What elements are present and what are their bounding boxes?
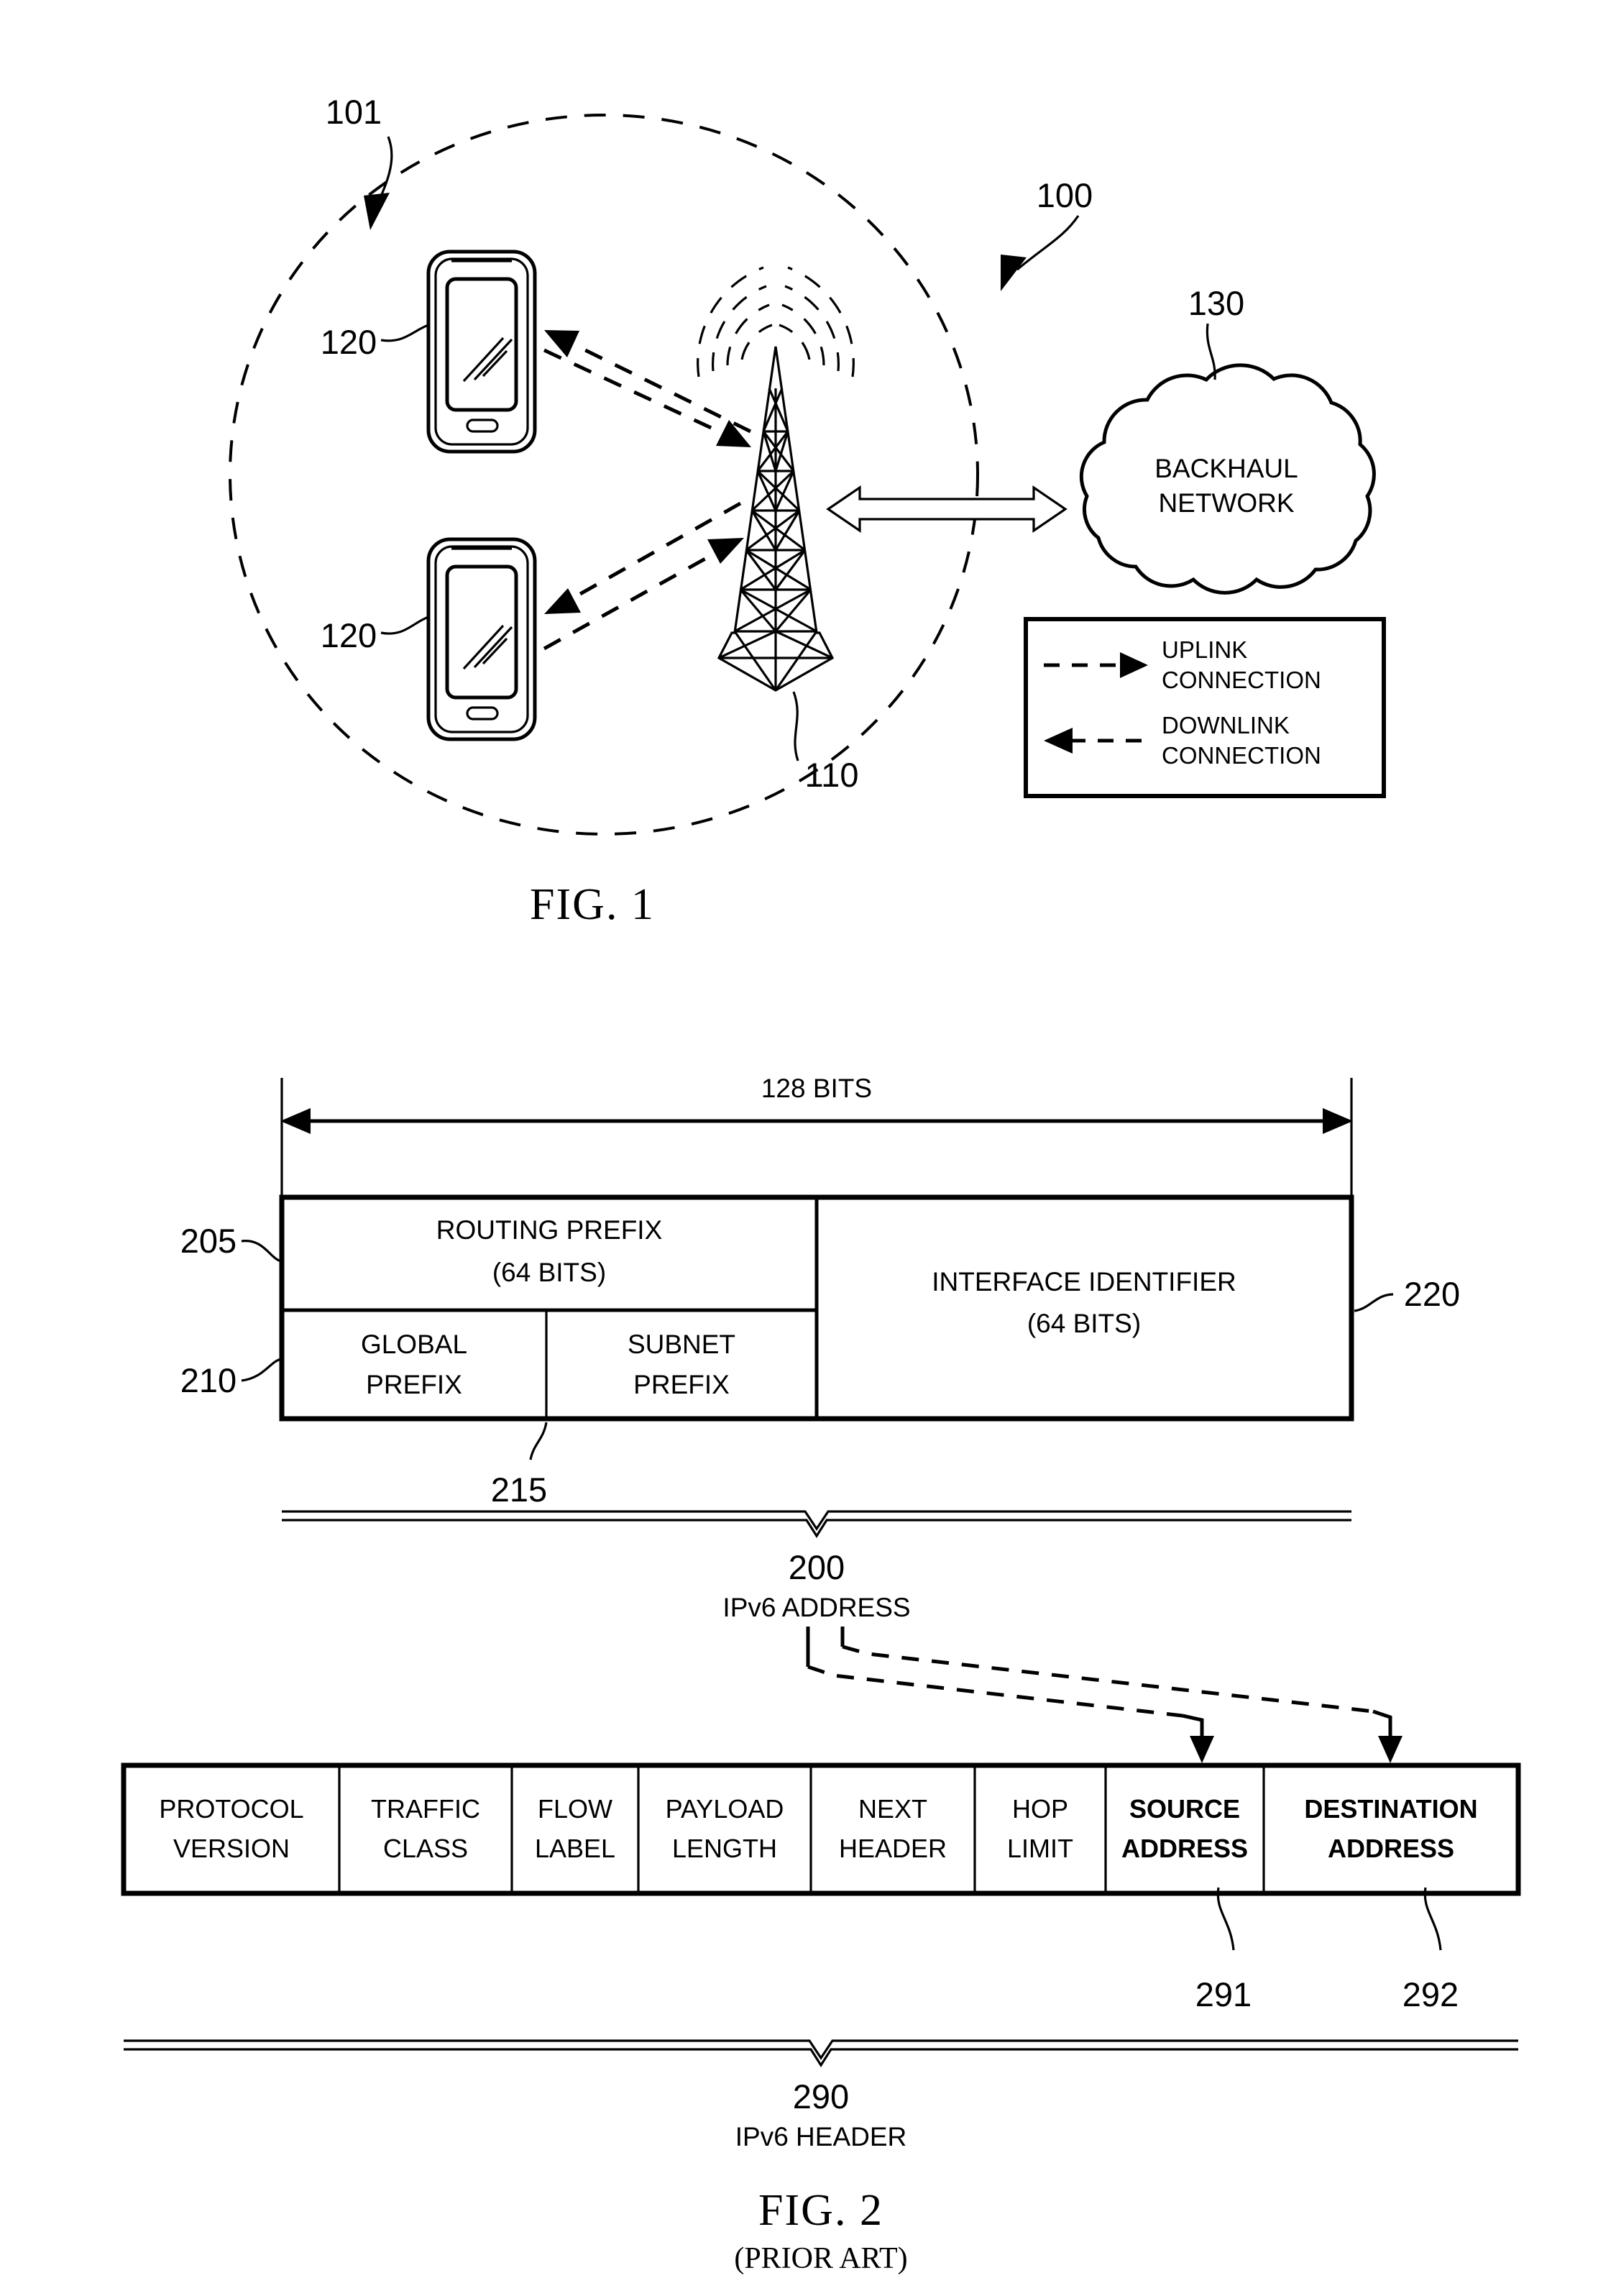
legend-downlink-label-line1: DOWNLINK xyxy=(1162,712,1290,738)
legend-uplink-label-line2: CONNECTION xyxy=(1162,667,1321,693)
dimension-label: 128 BITS xyxy=(761,1074,872,1103)
cell-subnet-prefix-line2: PREFIX xyxy=(633,1370,730,1399)
header-cell-7-line1: DESTINATION xyxy=(1304,1794,1477,1824)
page-background xyxy=(0,0,1616,2296)
patent-drawing-sheet: BACKHAUL NETWORK UPLINK CONNECTION DOWNL… xyxy=(0,0,1616,2296)
ref-215: 215 xyxy=(491,1471,547,1509)
ref-292: 292 xyxy=(1402,1975,1459,2013)
cloud-label-line2: NETWORK xyxy=(1158,488,1294,518)
header-cell-3-line1: PAYLOAD xyxy=(666,1794,784,1824)
header-table-box xyxy=(121,1762,1521,1896)
cell-routing-prefix-line2: (64 BITS) xyxy=(492,1258,606,1287)
ref-205: 205 xyxy=(180,1222,237,1260)
legend-uplink-label-line1: UPLINK xyxy=(1162,636,1247,663)
header-cell-4-line1: NEXT xyxy=(858,1794,927,1824)
fig1-caption: FIG. 1 xyxy=(530,880,655,929)
brace-label-290: 290 xyxy=(793,2077,849,2116)
header-cell-6-line1: SOURCE xyxy=(1129,1794,1240,1824)
brace-label-ipv6-address: IPv6 ADDRESS xyxy=(722,1593,910,1622)
ref-130: 130 xyxy=(1188,284,1244,322)
header-cell-1-line1: TRAFFIC xyxy=(371,1794,480,1824)
header-cell-2-line1: FLOW xyxy=(538,1794,612,1824)
header-cell-4-line2: HEADER xyxy=(839,1834,947,1863)
ref-100: 100 xyxy=(1037,176,1093,214)
brace-label-200: 200 xyxy=(789,1548,845,1586)
user-equipment-top xyxy=(426,250,537,454)
ref-110: 110 xyxy=(805,756,859,794)
user-equipment-bottom xyxy=(426,537,537,741)
ref-120-top: 120 xyxy=(321,323,377,361)
cell-global-prefix-line2: PREFIX xyxy=(366,1370,462,1399)
ref-101: 101 xyxy=(326,93,382,131)
header-cell-7-line2: ADDRESS xyxy=(1328,1834,1454,1863)
ipv6-header-table: PROTOCOL VERSION TRAFFIC CLASS FLOW LABE… xyxy=(121,1762,1521,1896)
fig2-caption: FIG. 2 xyxy=(758,2186,883,2235)
legend-downlink-label-line2: CONNECTION xyxy=(1162,742,1321,769)
cell-routing-prefix-line1: ROUTING PREFIX xyxy=(436,1215,663,1245)
cell-subnet-prefix-line1: SUBNET xyxy=(628,1330,735,1359)
brace-label-ipv6-header: IPv6 HEADER xyxy=(735,2122,907,2151)
ipv6-address-structure: ROUTING PREFIX (64 BITS) GLOBAL PREFIX S… xyxy=(279,1194,1354,1422)
ref-210: 210 xyxy=(180,1361,237,1399)
header-cell-5-line2: LIMIT xyxy=(1007,1834,1073,1863)
ref-120-bottom: 120 xyxy=(321,616,377,654)
ref-220: 220 xyxy=(1404,1275,1460,1313)
header-cell-1-line2: CLASS xyxy=(383,1834,468,1863)
cell-global-prefix-line1: GLOBAL xyxy=(361,1330,467,1359)
cell-interface-identifier-line2: (64 BITS) xyxy=(1027,1309,1141,1338)
header-cell-5-line1: HOP xyxy=(1012,1794,1068,1824)
fig2-subcaption: (PRIOR ART) xyxy=(734,2242,907,2275)
header-cell-2-line2: LABEL xyxy=(535,1834,615,1863)
header-cell-6-line2: ADDRESS xyxy=(1121,1834,1248,1863)
cell-interface-identifier-line1: INTERFACE IDENTIFIER xyxy=(932,1267,1236,1296)
fig1-legend: UPLINK CONNECTION DOWNLINK CONNECTION xyxy=(1024,617,1386,798)
cloud-label-line1: BACKHAUL xyxy=(1154,454,1298,483)
header-cell-0-line1: PROTOCOL xyxy=(159,1794,303,1824)
header-cell-3-line2: LENGTH xyxy=(672,1834,777,1863)
ref-291: 291 xyxy=(1195,1975,1252,2013)
header-cell-0-line2: VERSION xyxy=(173,1834,290,1863)
